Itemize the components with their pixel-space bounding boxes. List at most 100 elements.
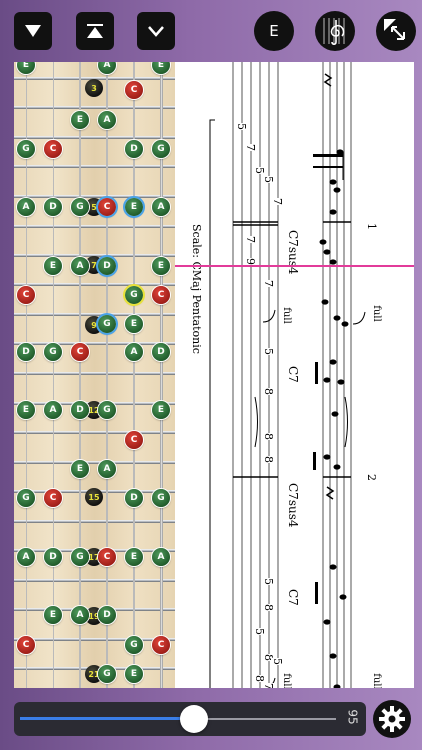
tab-fret-number: 5 (262, 578, 275, 585)
fretboard-note[interactable]: A (125, 343, 143, 361)
note-head (329, 259, 337, 265)
system-bracket (209, 119, 215, 688)
fretboard-note[interactable]: C (152, 636, 170, 654)
fretboard-note[interactable]: D (17, 343, 35, 361)
fretboard-note[interactable]: D (125, 140, 143, 158)
fretboard-note[interactable]: D (125, 489, 143, 507)
guitar-string (79, 62, 81, 688)
note-head (329, 564, 337, 570)
note-beam (313, 154, 343, 157)
fretboard-note[interactable]: E (44, 257, 62, 275)
note-head (329, 653, 337, 659)
tab-fret-number: 7 (262, 683, 275, 688)
fretboard-note[interactable]: G (71, 198, 89, 216)
fretboard-note[interactable]: E (125, 315, 143, 333)
fretboard-note[interactable]: D (44, 198, 62, 216)
fretboard-note[interactable]: D (98, 606, 116, 624)
note-head (319, 239, 327, 245)
tab-fret-number: 7 (244, 236, 257, 243)
fretboard-note[interactable]: E (125, 548, 143, 566)
clef-button[interactable] (315, 11, 355, 51)
fretboard-note[interactable]: E (152, 62, 170, 74)
fret-wire (14, 579, 175, 582)
measure-number-1: 1 (365, 223, 378, 230)
note-head (323, 454, 331, 460)
fretboard-note[interactable]: A (17, 548, 35, 566)
fretboard-note[interactable]: C (71, 343, 89, 361)
fretboard[interactable]: 3 5 7 9 12 15 17 19 21 E A E C E A G C D G A D G C E A E A D E C G C G E D… (14, 62, 175, 688)
tie (254, 396, 258, 448)
fretboard-note[interactable]: D (71, 401, 89, 419)
fretboard-note[interactable]: G (98, 401, 116, 419)
fretboard-note[interactable]: A (98, 460, 116, 478)
fretboard-note[interactable]: C (17, 636, 35, 654)
fretboard-note[interactable]: E (152, 401, 170, 419)
tie (344, 396, 348, 448)
fretboard-note[interactable]: E (17, 401, 35, 419)
note-head (333, 187, 341, 193)
tab-fret-number: 8 (262, 388, 275, 395)
fretboard-note[interactable]: G (98, 665, 116, 683)
fretboard-note[interactable]: G (152, 140, 170, 158)
skip-to-top-button[interactable] (76, 12, 114, 50)
chord-label-3: C7sus4 (286, 483, 300, 528)
fretboard-note[interactable]: A (71, 257, 89, 275)
fretboard-note[interactable]: C (17, 286, 35, 304)
active-note-ring (123, 284, 145, 306)
fretboard-note[interactable]: D (152, 343, 170, 361)
note-head (329, 209, 337, 215)
fretboard-note[interactable]: C (98, 548, 116, 566)
fretboard-note[interactable]: E (71, 460, 89, 478)
fretboard-note[interactable]: E (152, 257, 170, 275)
position-slider-thumb[interactable] (179, 705, 208, 733)
tab-fret-number: 7 (244, 144, 257, 151)
fretboard-note[interactable]: E (44, 606, 62, 624)
settings-button[interactable] (373, 700, 411, 738)
fret-wire (14, 431, 175, 434)
fretboard-note[interactable]: G (17, 140, 35, 158)
fretboard-note[interactable]: C (44, 140, 62, 158)
fret-wire (14, 461, 175, 464)
note-head (333, 315, 341, 321)
fretboard-note[interactable]: G (152, 489, 170, 507)
note-beam (315, 582, 318, 604)
fretboard-note[interactable]: A (44, 401, 62, 419)
fretboard-note[interactable]: E (125, 665, 143, 683)
fretboard-note[interactable]: A (98, 62, 116, 74)
fretboard-note[interactable]: C (152, 286, 170, 304)
note-head (329, 179, 337, 185)
fret-wire (14, 225, 175, 228)
rest-symbol (325, 486, 335, 500)
fretboard-note[interactable]: A (71, 606, 89, 624)
collapse-button[interactable] (137, 12, 175, 50)
fretboard-note[interactable]: A (98, 111, 116, 129)
active-note-ring (96, 255, 118, 277)
string-e-button[interactable]: E (254, 11, 294, 51)
fretboard-note[interactable]: G (17, 489, 35, 507)
expand-button[interactable] (376, 11, 416, 51)
fretboard-note[interactable]: C (125, 81, 143, 99)
note-head (336, 149, 344, 155)
fretboard-note[interactable]: D (44, 548, 62, 566)
note-head (323, 377, 331, 383)
fretboard-note[interactable]: E (17, 62, 35, 74)
play-down-button[interactable] (14, 12, 52, 50)
fretboard-note[interactable]: E (71, 111, 89, 129)
fretboard-note[interactable]: C (44, 489, 62, 507)
fretboard-note[interactable]: A (17, 198, 35, 216)
fretboard-note[interactable]: G (44, 343, 62, 361)
scale-label: Scale: CMaj Pentatonic (190, 224, 203, 354)
fretboard-note[interactable]: A (152, 548, 170, 566)
fretboard-note[interactable]: C (125, 431, 143, 449)
fretboard-note[interactable]: G (71, 548, 89, 566)
fretboard-note[interactable]: G (125, 636, 143, 654)
tab-fret-number: 5 (235, 123, 248, 130)
active-note-ring (123, 196, 145, 218)
fretboard-note[interactable]: A (152, 198, 170, 216)
note-head (331, 411, 339, 417)
score-view[interactable]: Scale: CMaj Pentatonic C7sus4 C7 C7sus4 … (175, 62, 414, 688)
position-slider-fill (20, 717, 194, 720)
note-head (341, 321, 349, 327)
tab-fret-number: 5 (262, 176, 275, 183)
measure-number-2: 2 (365, 474, 378, 481)
